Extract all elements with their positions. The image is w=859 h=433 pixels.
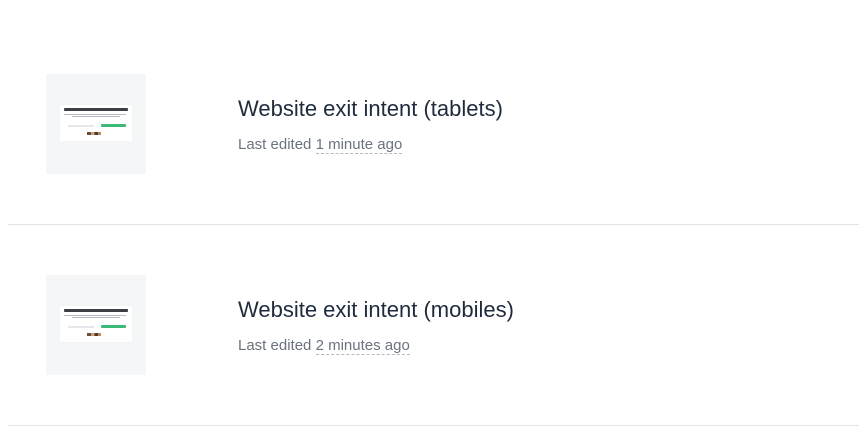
preview-images xyxy=(87,132,101,135)
list-item[interactable]: Website exit intent (tablets) Last edite… xyxy=(8,25,859,225)
preview-text xyxy=(64,114,126,115)
preview-text xyxy=(64,315,126,316)
campaign-list: Website exit intent (tablets) Last edite… xyxy=(0,0,859,433)
preview-input xyxy=(68,125,94,127)
campaign-thumbnail[interactable] xyxy=(46,275,146,375)
preview-text xyxy=(72,317,120,318)
popup-preview-thumbnail xyxy=(60,105,132,141)
preview-button xyxy=(101,124,126,127)
list-item[interactable]: Website exit intent (mobiles) Last edite… xyxy=(8,226,859,426)
campaign-thumbnail[interactable] xyxy=(46,74,146,174)
preview-heading xyxy=(64,309,128,312)
campaign-title[interactable]: Website exit intent (tablets) xyxy=(238,95,503,123)
preview-button xyxy=(101,325,126,328)
last-edited-label: Last edited xyxy=(238,136,312,153)
last-edited: Last edited 2 minutes ago xyxy=(238,336,410,356)
preview-heading xyxy=(64,108,128,111)
preview-input xyxy=(68,326,94,328)
last-edited-time[interactable]: 2 minutes ago xyxy=(315,337,410,355)
campaign-title[interactable]: Website exit intent (mobiles) xyxy=(238,296,514,324)
preview-text xyxy=(72,116,120,117)
last-edited-label: Last edited xyxy=(238,337,312,354)
preview-images xyxy=(87,333,101,336)
popup-preview-thumbnail xyxy=(60,306,132,342)
last-edited: Last edited 1 minute ago xyxy=(238,135,403,155)
last-edited-time[interactable]: 1 minute ago xyxy=(315,136,403,154)
